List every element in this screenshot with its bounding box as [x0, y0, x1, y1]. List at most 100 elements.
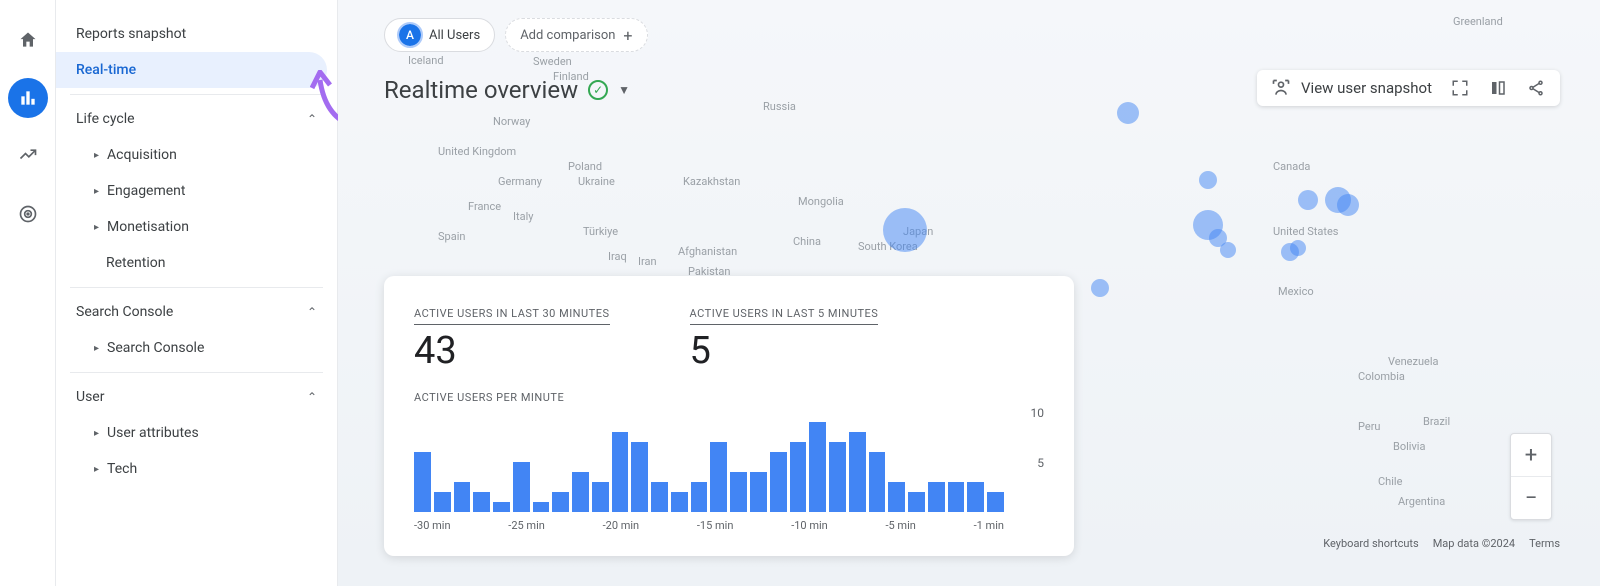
map-country-label: Germany — [498, 175, 542, 188]
snapshot-toolbar: View user snapshot — [1257, 70, 1560, 106]
chart-bar — [849, 432, 866, 512]
chart-bar — [612, 432, 629, 512]
map-country-label: Mexico — [1278, 285, 1314, 298]
keyboard-shortcuts-link[interactable]: Keyboard shortcuts — [1323, 537, 1418, 550]
sidebar-item-reports-snapshot[interactable]: Reports snapshot — [56, 16, 327, 52]
pill-add-comparison[interactable]: Add comparison + — [505, 18, 647, 52]
x-tick: -30 min — [414, 519, 451, 532]
main-content: GreenlandIcelandSwedenFinlandNorwayRussi… — [338, 0, 1600, 586]
chart-bar — [829, 442, 846, 512]
map-country-label: Brazil — [1423, 415, 1450, 428]
map-country-label: Spain — [438, 230, 465, 243]
sidebar-item-tech[interactable]: ▸Tech — [56, 451, 337, 487]
chart-bar — [750, 472, 767, 512]
chart-bar — [592, 482, 609, 512]
sidebar-group-user[interactable]: User ⌃ — [56, 379, 337, 415]
sidebar-group-label: Search Console — [76, 304, 173, 320]
map-footer: Keyboard shortcuts Map data ©2024 Terms — [1323, 537, 1560, 550]
sidebar-item-search-console[interactable]: ▸ Search Console — [56, 330, 337, 366]
metric-label: ACTIVE USERS IN LAST 30 MINUTES — [414, 307, 610, 325]
title-dropdown-icon[interactable]: ▼ — [618, 83, 630, 97]
chart-bar — [790, 442, 807, 512]
sidebar-item-label: Retention — [106, 255, 166, 271]
per-minute-label: ACTIVE USERS PER MINUTE — [414, 391, 1044, 404]
map-country-label: Mongolia — [798, 195, 844, 208]
comparison-pills: A All Users Add comparison + — [384, 18, 648, 52]
chart-bar — [770, 452, 787, 512]
view-user-snapshot-button[interactable]: View user snapshot — [1271, 78, 1432, 98]
map-country-label: Bolivia — [1393, 440, 1425, 453]
chevron-up-icon: ⌃ — [307, 390, 317, 404]
reports-icon[interactable] — [8, 78, 48, 118]
chart-bar — [434, 492, 451, 512]
map-country-label: Türkiye — [583, 225, 618, 238]
compare-columns-icon[interactable] — [1488, 78, 1508, 98]
map-country-label: Greenland — [1453, 15, 1503, 28]
user-snapshot-icon — [1271, 78, 1291, 98]
x-tick: -10 min — [791, 519, 828, 532]
chart-bar — [533, 502, 550, 512]
map-country-label: United States — [1273, 225, 1338, 238]
sidebar-item-label: Acquisition — [107, 147, 177, 163]
caret-right-icon: ▸ — [94, 343, 99, 354]
map-user-bubble — [1290, 240, 1306, 256]
map-country-label: Venezuela — [1388, 355, 1439, 368]
sidebar-group-label: Life cycle — [76, 111, 135, 127]
terms-link[interactable]: Terms — [1529, 537, 1560, 550]
chart-bar — [552, 492, 569, 512]
map-user-bubble — [1337, 194, 1359, 216]
map-user-bubble — [1091, 279, 1109, 297]
chart-bar — [967, 482, 984, 512]
map-country-label: Argentina — [1398, 495, 1445, 508]
chart-bar — [454, 482, 471, 512]
home-icon[interactable] — [8, 20, 48, 60]
map-country-label: Iceland — [408, 54, 444, 67]
sidebar-item-engagement[interactable]: ▸Engagement — [56, 173, 337, 209]
map-country-label: Iraq — [608, 250, 627, 263]
sidebar-group-search-console[interactable]: Search Console⌃ — [56, 294, 337, 330]
zoom-in-button[interactable]: + — [1511, 434, 1551, 476]
sidebar-item-retention[interactable]: Retention — [56, 245, 337, 281]
sidebar-item-acquisition[interactable]: ▸Acquisition — [56, 137, 337, 173]
chart-bar — [493, 502, 510, 512]
fullscreen-icon[interactable] — [1450, 78, 1470, 98]
map-user-bubble — [1117, 102, 1139, 124]
title-row: Realtime overview ✓ ▼ — [384, 76, 630, 104]
sidebar-item-user-attributes[interactable]: ▸User attributes — [56, 415, 337, 451]
map-country-label: Kazakhstan — [683, 175, 740, 188]
divider — [70, 372, 323, 373]
chart-bar — [987, 492, 1004, 512]
caret-right-icon: ▸ — [94, 464, 99, 475]
explore-icon[interactable] — [8, 136, 48, 176]
sidebar-group-label: User — [76, 389, 104, 405]
pill-all-users[interactable]: A All Users — [384, 18, 495, 52]
sidebar-item-label: Search Console — [107, 340, 204, 356]
caret-right-icon: ▸ — [94, 222, 99, 233]
page-title: Realtime overview — [384, 76, 578, 104]
y-tick: 10 — [1031, 406, 1045, 420]
map-country-label: Colombia — [1358, 370, 1405, 383]
sidebar-group-life-cycle[interactable]: Life cycle⌃ — [56, 101, 337, 137]
map-country-label: Canada — [1273, 160, 1310, 173]
metric-30min: ACTIVE USERS IN LAST 30 MINUTES 43 — [414, 302, 610, 373]
caret-right-icon: ▸ — [94, 186, 99, 197]
map-country-label: Sweden — [533, 55, 572, 68]
chart-x-axis: -30 min-25 min-20 min-15 min-10 min-5 mi… — [414, 519, 1004, 532]
zoom-out-button[interactable]: − — [1511, 477, 1551, 519]
x-tick: -5 min — [885, 519, 915, 532]
divider — [70, 94, 323, 95]
share-icon[interactable] — [1526, 78, 1546, 98]
x-tick: -20 min — [603, 519, 640, 532]
metric-5min: ACTIVE USERS IN LAST 5 MINUTES 5 — [690, 302, 879, 373]
advertising-icon[interactable] — [8, 194, 48, 234]
chart-bars — [414, 412, 1004, 512]
realtime-metrics-card: ACTIVE USERS IN LAST 30 MINUTES 43 ACTIV… — [384, 276, 1074, 556]
caret-right-icon: ▸ — [94, 428, 99, 439]
map-country-label: Norway — [493, 115, 530, 128]
map-user-bubble — [883, 208, 927, 252]
map-country-label: Poland — [568, 160, 602, 173]
map-country-label: China — [793, 235, 821, 248]
sidebar-item-real-time[interactable]: Real-time — [56, 52, 327, 88]
verified-check-icon: ✓ — [588, 80, 608, 100]
sidebar-item-monetisation[interactable]: ▸Monetisation — [56, 209, 337, 245]
